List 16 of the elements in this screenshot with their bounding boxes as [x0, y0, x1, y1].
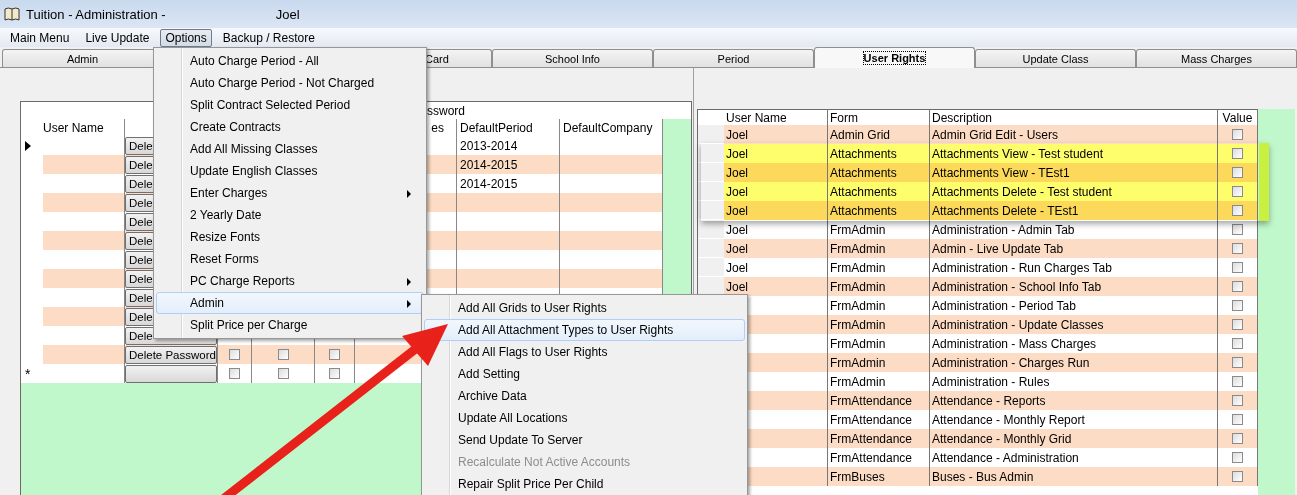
table-cell-text: Joel: [725, 278, 749, 296]
table-cell-text: Joel: [725, 126, 749, 144]
table-cell-text: Joel: [725, 145, 749, 163]
column-header: User Name: [725, 110, 788, 125]
table-cell: Buses - Bus Admin: [929, 467, 1217, 486]
table-cell-text: Joel: [725, 164, 749, 182]
table-cell-text: Joel: [725, 183, 749, 201]
window-title: Tuition - Administration -: [26, 6, 166, 22]
table-cell-text: Joel: [725, 240, 749, 258]
table-cell-text: Joel: [725, 221, 749, 239]
table-cell-text: Joel: [725, 202, 749, 220]
new-row-marker: *: [25, 365, 31, 382]
column-header: User Name: [43, 119, 105, 136]
window-title-user: Joel: [275, 6, 300, 22]
table-cell-text: Joel: [725, 259, 749, 277]
table-cell: FrmBuses: [827, 467, 929, 486]
